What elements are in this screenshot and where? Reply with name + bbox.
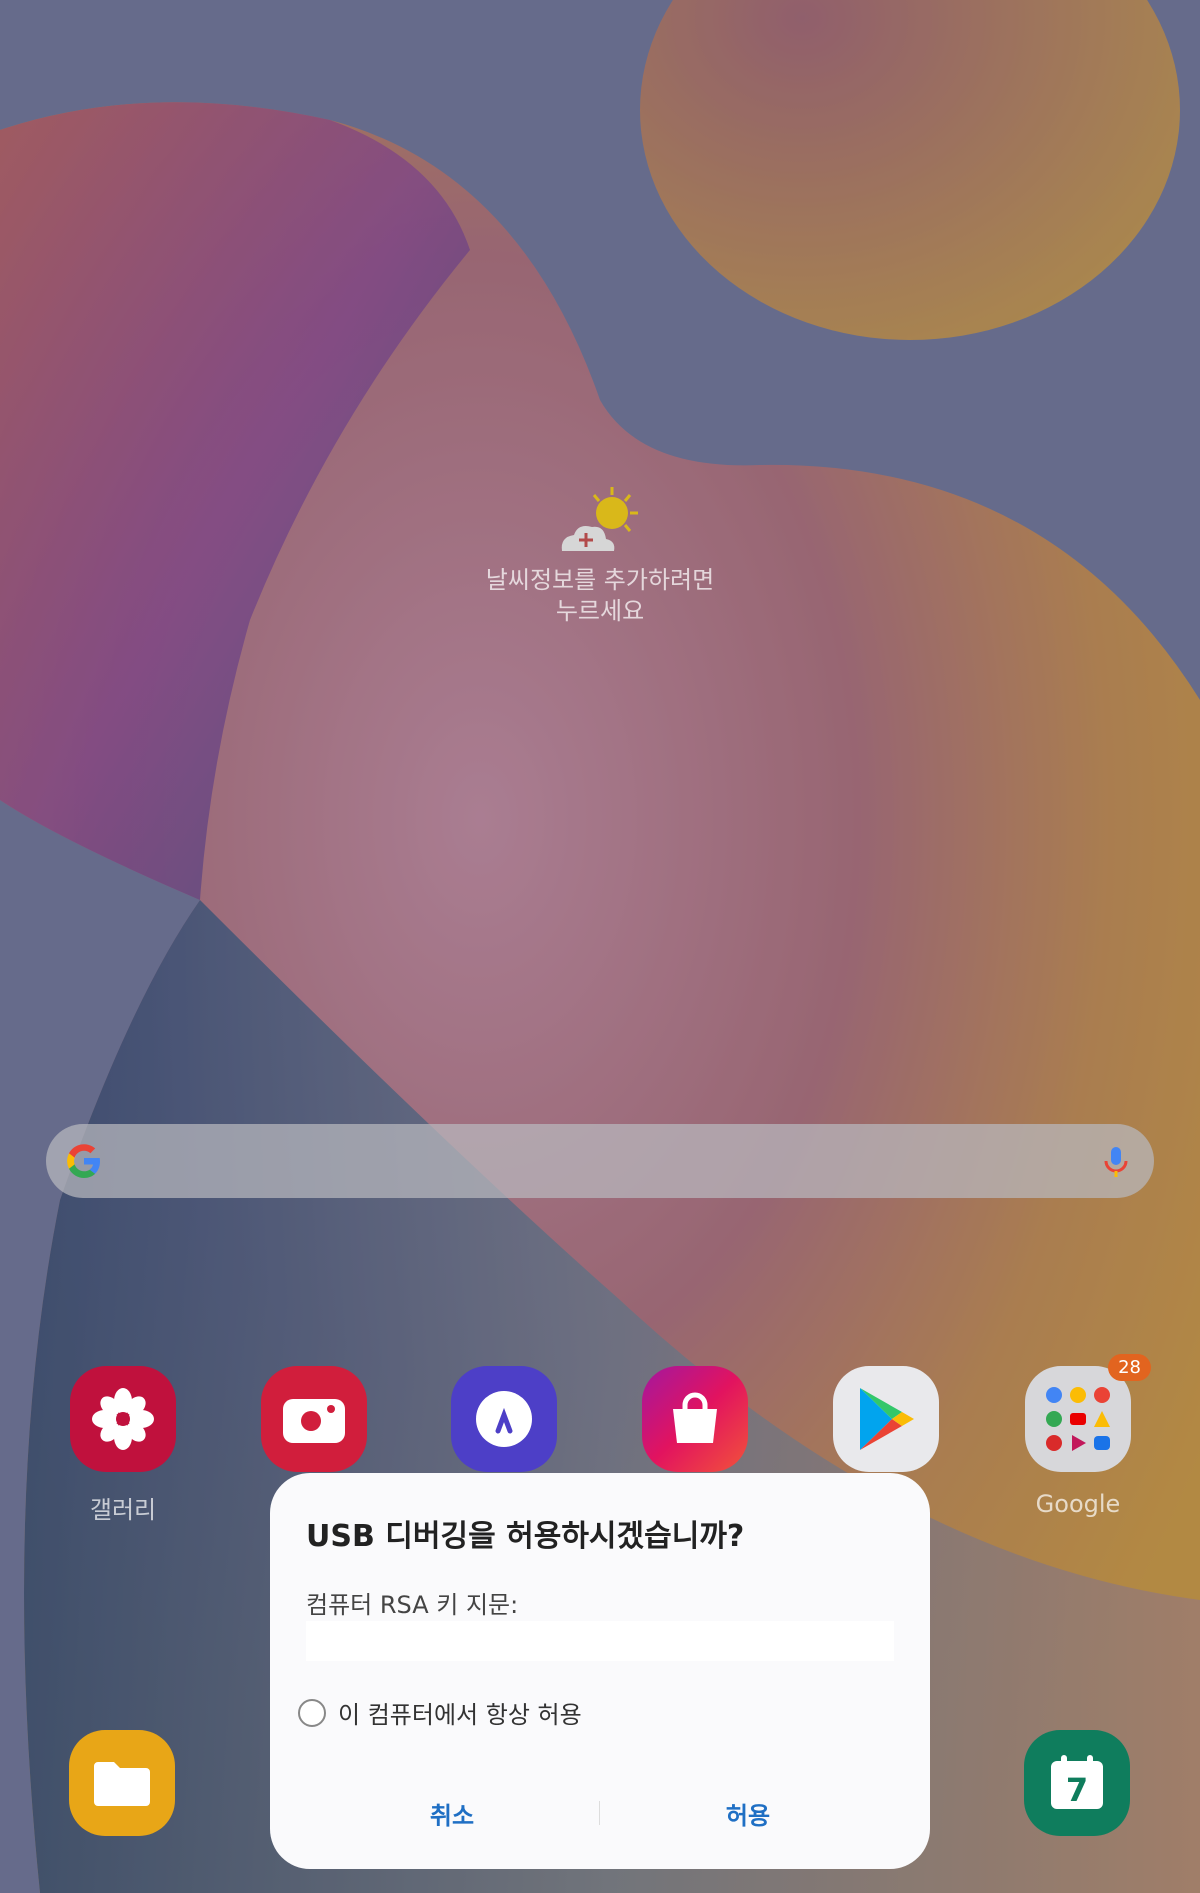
calendar-icon[interactable]: 7 xyxy=(1024,1730,1130,1836)
notification-badge: 28 xyxy=(1108,1354,1151,1381)
app-label-gallery: 갤러리 xyxy=(89,1496,157,1524)
weather-widget[interactable]: 날씨정보를 추가하려면 누르세요 xyxy=(450,485,750,627)
usb-debugging-dialog: USB 디버깅을 허용하시겠습니까? 컴퓨터 RSA 키 지문: 이 컴퓨터에서… xyxy=(270,1473,930,1869)
weather-text-line1: 날씨정보를 추가하려면 xyxy=(485,566,715,594)
weather-add-icon xyxy=(561,487,638,551)
dialog-title: USB 디버깅을 허용하시겠습니까? xyxy=(306,1519,745,1554)
weather-text-line2: 누르세요 xyxy=(555,597,645,625)
google-search-bar[interactable] xyxy=(46,1124,1154,1198)
camera-icon xyxy=(261,1366,367,1472)
rsa-fingerprint-value xyxy=(306,1621,894,1661)
always-allow-option[interactable]: 이 컴퓨터에서 항상 허용 xyxy=(298,1695,582,1730)
button-divider xyxy=(599,1801,600,1825)
always-allow-label: 이 컴퓨터에서 항상 허용 xyxy=(338,1701,582,1729)
app-label-google: Google xyxy=(1035,1490,1121,1518)
rsa-fingerprint-label: 컴퓨터 RSA 키 지문: xyxy=(306,1591,519,1619)
gallery-icon xyxy=(70,1366,176,1472)
play-store-icon xyxy=(833,1366,939,1472)
mic-icon[interactable] xyxy=(1096,1141,1136,1181)
app-camera[interactable] xyxy=(234,1366,394,1490)
my-files-icon[interactable] xyxy=(69,1730,175,1836)
google-g-icon xyxy=(67,1144,100,1178)
calendar-date: 7 xyxy=(1066,1771,1088,1809)
app-google-folder[interactable]: 28 Google xyxy=(998,1354,1158,1518)
app-gallery[interactable]: 갤러리 xyxy=(43,1366,203,1525)
google-folder-icon: 28 xyxy=(1025,1354,1151,1472)
app-bixby[interactable] xyxy=(424,1366,584,1490)
app-galaxy-store[interactable] xyxy=(615,1366,775,1490)
allow-button[interactable]: 허용 xyxy=(648,1789,848,1837)
bixby-icon xyxy=(451,1366,557,1472)
cancel-button[interactable]: 취소 xyxy=(352,1789,552,1837)
galaxy-store-icon xyxy=(642,1366,748,1472)
always-allow-checkbox[interactable] xyxy=(298,1698,326,1727)
